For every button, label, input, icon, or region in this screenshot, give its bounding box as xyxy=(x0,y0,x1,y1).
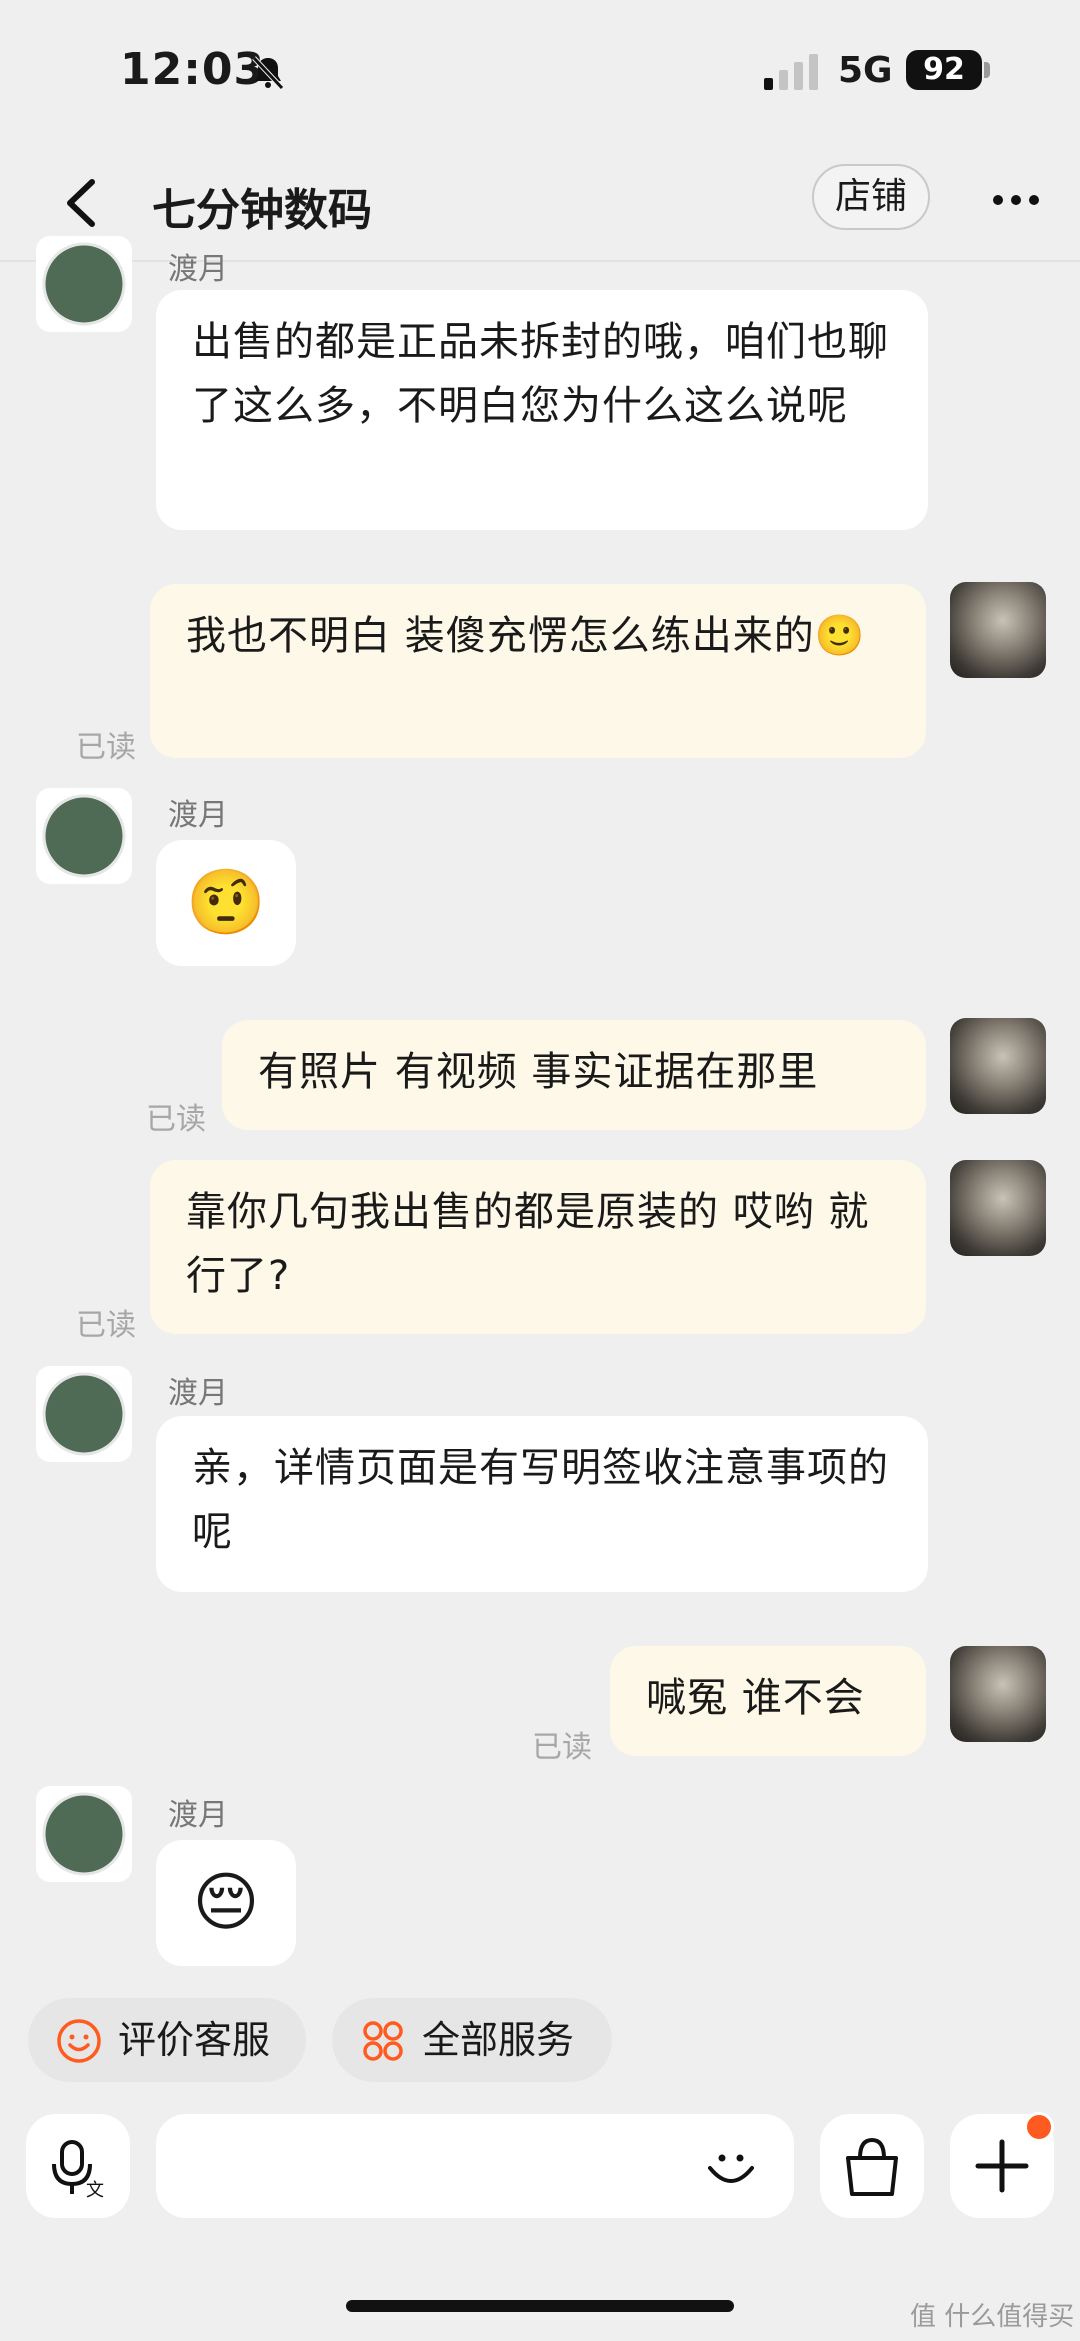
emoji-message[interactable]: 😔 xyxy=(156,1840,296,1966)
shop-bag-button[interactable] xyxy=(820,2114,924,2218)
status-bar: 12:03 5G 92 xyxy=(0,0,1080,140)
voice-icon: 文 xyxy=(52,2140,104,2201)
avatar[interactable] xyxy=(36,788,132,884)
avatar[interactable] xyxy=(950,1018,1046,1114)
network-label: 5G xyxy=(838,50,893,91)
chat-header: 七分钟数码 店铺 xyxy=(0,150,1080,260)
shop-logo-icon xyxy=(42,1372,126,1456)
back-icon[interactable] xyxy=(56,170,108,236)
battery-indicator: 92 xyxy=(906,50,982,90)
avatar[interactable] xyxy=(36,1786,132,1882)
sender-name: 渡月 xyxy=(168,1798,228,1833)
chip-label: 全部服务 xyxy=(422,2018,575,2062)
message-bubble[interactable]: 有照片 有视频 事实证据在那里 xyxy=(222,1020,926,1130)
bag-icon xyxy=(846,2137,898,2196)
svg-text:文: 文 xyxy=(86,2180,104,2201)
read-status: 已读 xyxy=(532,1730,592,1765)
read-status: 已读 xyxy=(76,730,136,765)
message-bubble[interactable]: 亲，详情页面是有写明签收注意事项的呢 xyxy=(156,1416,928,1592)
message-bubble[interactable]: 我也不明白 装傻充愣怎么练出来的🙂 xyxy=(150,584,926,758)
page-title: 七分钟数码 xyxy=(152,185,372,236)
avatar[interactable] xyxy=(950,1646,1046,1742)
bell-slash-icon xyxy=(252,56,284,90)
status-time: 12:03 xyxy=(120,44,266,95)
emoji-message[interactable]: 🤨 xyxy=(156,840,296,966)
message-input[interactable] xyxy=(156,2114,794,2218)
header-divider xyxy=(0,260,1080,262)
shop-logo-icon xyxy=(42,794,126,878)
voice-button[interactable]: 文 xyxy=(26,2114,130,2218)
grid-icon xyxy=(363,2021,403,2061)
message-bubble[interactable]: 喊冤 谁不会 xyxy=(610,1646,926,1756)
shop-logo-icon xyxy=(42,1792,126,1876)
avatar[interactable] xyxy=(950,1160,1046,1256)
shop-logo-icon xyxy=(42,242,126,326)
read-status: 已读 xyxy=(146,1102,206,1137)
watermark: 值 什么值得买 xyxy=(910,2302,1075,2332)
sender-name: 渡月 xyxy=(168,798,228,833)
message-bubble[interactable]: 出售的都是正品未拆封的哦，咱们也聊了这么多，不明白您为什么这么说呢 xyxy=(156,290,928,530)
avatar[interactable] xyxy=(36,1366,132,1462)
avatar[interactable] xyxy=(36,236,132,332)
emoji: 😔 xyxy=(192,1866,260,1940)
sender-name: 渡月 xyxy=(168,1376,228,1411)
read-status: 已读 xyxy=(76,1308,136,1343)
more-icon[interactable] xyxy=(990,174,1042,226)
emoji: 🤨 xyxy=(186,866,266,940)
chip-label: 评价客服 xyxy=(118,2018,271,2062)
home-indicator xyxy=(346,2300,734,2312)
sender-name: 渡月 xyxy=(168,252,228,287)
message-bubble[interactable]: 靠你几句我出售的都是原装的 哎哟 就行了? xyxy=(150,1160,926,1334)
emoji-icon[interactable] xyxy=(702,2138,760,2196)
battery-tip xyxy=(984,62,990,78)
shop-button[interactable]: 店铺 xyxy=(812,164,930,230)
rate-service-chip[interactable]: 评价客服 xyxy=(28,1998,306,2082)
smile-icon xyxy=(57,2019,101,2063)
notification-dot xyxy=(1024,2112,1054,2142)
all-services-chip[interactable]: 全部服务 xyxy=(332,1998,612,2082)
avatar[interactable] xyxy=(950,582,1046,678)
signal-icon xyxy=(764,54,818,90)
